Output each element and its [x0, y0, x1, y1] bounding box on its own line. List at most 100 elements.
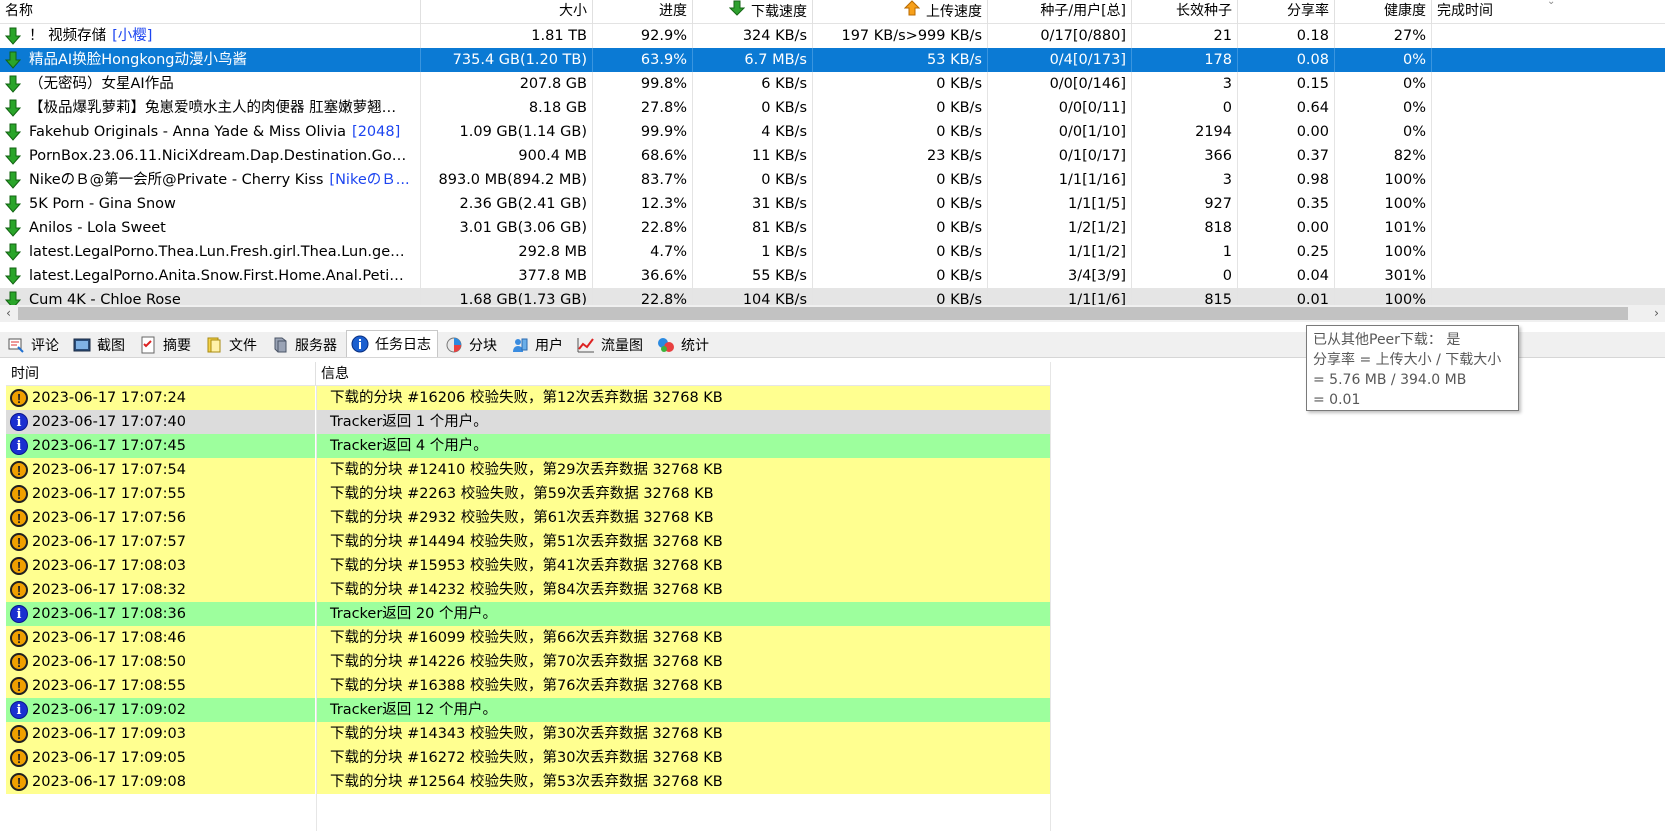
torrent-upload-speed: 0 KB/s: [813, 72, 988, 96]
torrent-row[interactable]: 精品AI换脸Hongkong动漫小鸟酱 735.4 GB(1.20 TB) 63.9…: [0, 48, 1665, 72]
log-row[interactable]: ! 2023-06-17 17:08:32 下载的分块 #14232 校验失败，第8…: [6, 578, 1051, 602]
log-message: 下载的分块 #14494 校验失败，第51次丢弃数据 32768 KB: [330, 534, 723, 550]
column-size[interactable]: 大小: [421, 0, 593, 24]
torrent-name: 【极品爆乳萝莉】兔崽爱喷水主人的肉便器 肛塞嫩萝翘臀...: [29, 100, 409, 116]
warning-icon: !: [10, 653, 28, 671]
log-row[interactable]: i 2023-06-17 17:07:45 Tracker返回 4 个用户。: [6, 434, 1051, 458]
torrent-download-speed: 11 KB/s: [693, 144, 813, 168]
torrent-name-cell[interactable]: （无密码）女星AI作品: [0, 72, 421, 96]
torrent-long-seeds: 1: [1132, 240, 1238, 264]
log-row[interactable]: i 2023-06-17 17:09:02 Tracker返回 12 个用户。: [6, 698, 1051, 722]
tab-chart[interactable]: 流量图: [572, 332, 650, 357]
tab-screenshot[interactable]: 截图: [68, 332, 132, 357]
log-row[interactable]: ! 2023-06-17 17:07:57 下载的分块 #14494 校验失败，第5…: [6, 530, 1051, 554]
torrent-row[interactable]: 【极品爆乳萝莉】兔崽爱喷水主人的肉便器 肛塞嫩萝翘臀... 8.18 GB 27.8…: [0, 96, 1665, 120]
torrent-list[interactable]: 名称 大小 进度 下载速度 上传速度 种子/用户[总] 长效种子 分享率 健康度…: [0, 0, 1665, 327]
scroll-left-icon[interactable]: ‹: [0, 305, 17, 322]
column-long-seeds[interactable]: 长效种子: [1132, 0, 1238, 24]
column-progress[interactable]: 进度: [593, 0, 693, 24]
torrent-seeds-peers: 1/2[1/2]: [988, 216, 1132, 240]
torrent-seeds-peers: 0/4[0/173]: [988, 48, 1132, 72]
torrent-name-cell[interactable]: ！ 视频存储 [小樱]: [0, 24, 421, 48]
torrent-name-cell[interactable]: 【极品爆乳萝莉】兔崽爱喷水主人的肉便器 肛塞嫩萝翘臀...: [0, 96, 421, 120]
torrent-share-ratio: 0.98: [1238, 168, 1335, 192]
chevron-down-icon[interactable]: ⌄: [1547, 0, 1555, 7]
log-row[interactable]: ! 2023-06-17 17:08:50 下载的分块 #14226 校验失败，第7…: [6, 650, 1051, 674]
log-row[interactable]: ! 2023-06-17 17:07:55 下载的分块 #2263 校验失败，第59…: [6, 482, 1051, 506]
torrent-name-cell[interactable]: latest.LegalPorno.Thea.Lun.Fresh.girl.Th…: [0, 240, 421, 264]
torrent-share-ratio: 0.00: [1238, 120, 1335, 144]
torrent-tag-link[interactable]: [NikeのＢ...: [329, 168, 409, 192]
log-row[interactable]: ! 2023-06-17 17:07:56 下载的分块 #2932 校验失败，第61…: [6, 506, 1051, 530]
torrent-tag-link[interactable]: [2048]: [352, 120, 400, 144]
torrent-download-speed: 324 KB/s: [693, 24, 813, 48]
log-time-cell: i 2023-06-17 17:07:45: [6, 434, 316, 458]
torrent-name-cell[interactable]: 5K Porn - Gina Snow: [0, 192, 421, 216]
scrollbar-thumb[interactable]: [18, 307, 1628, 320]
log-row[interactable]: i 2023-06-17 17:08:36 Tracker返回 20 个用户。: [6, 602, 1051, 626]
torrent-name-cell[interactable]: latest.LegalPorno.Anita.Snow.First.Home.…: [0, 264, 421, 288]
torrent-name-cell[interactable]: 精品AI换脸Hongkong动漫小鸟酱: [0, 48, 421, 72]
column-upload-speed[interactable]: 上传速度: [813, 0, 988, 24]
torrent-seeds-peers: 0/0[0/146]: [988, 72, 1132, 96]
torrent-name-cell[interactable]: PornBox.23.06.11.NiciXdream.Dap.Destinat…: [0, 144, 421, 168]
log-row[interactable]: ! 2023-06-17 17:07:54 下载的分块 #12410 校验失败，第2…: [6, 458, 1051, 482]
log-time: 2023-06-17 17:08:36: [32, 606, 186, 622]
torrent-name: （无密码）女星AI作品: [29, 76, 174, 92]
log-row[interactable]: i 2023-06-17 17:07:40 Tracker返回 1 个用户。: [6, 410, 1051, 434]
log-row[interactable]: ! 2023-06-17 17:08:55 下载的分块 #16388 校验失败，第7…: [6, 674, 1051, 698]
column-share-ratio[interactable]: 分享率: [1238, 0, 1335, 24]
comment-icon: [7, 336, 25, 354]
torrent-finish-time: [1432, 24, 1665, 48]
torrent-row[interactable]: latest.LegalPorno.Thea.Lun.Fresh.girl.Th…: [0, 240, 1665, 264]
torrent-seeds-peers: 0/0[1/10]: [988, 120, 1132, 144]
log-time-cell: ! 2023-06-17 17:07:24: [6, 386, 316, 410]
log-row[interactable]: ! 2023-06-17 17:08:03 下载的分块 #15953 校验失败，第4…: [6, 554, 1051, 578]
column-download-speed[interactable]: 下载速度: [693, 0, 813, 24]
torrent-finish-time: [1432, 48, 1665, 72]
log-time: 2023-06-17 17:07:45: [32, 438, 186, 454]
log-row[interactable]: ! 2023-06-17 17:08:46 下载的分块 #16099 校验失败，第6…: [6, 626, 1051, 650]
torrent-name: Anilos - Lola Sweet: [29, 220, 166, 236]
tab-comment[interactable]: 评论: [2, 332, 66, 357]
log-row[interactable]: ! 2023-06-17 17:09:08 下载的分块 #12564 校验失败，第5…: [6, 770, 1051, 794]
downloading-icon: [5, 51, 21, 69]
column-health[interactable]: 健康度: [1335, 0, 1432, 24]
torrent-row[interactable]: NikeのＢ@第一会所@Private - Cherry Kiss [NikeのＢ…: [0, 168, 1665, 192]
column-message[interactable]: 信息: [316, 362, 1051, 385]
horizontal-scrollbar[interactable]: ‹ ›: [0, 305, 1665, 322]
scroll-right-icon[interactable]: ›: [1648, 305, 1665, 322]
tab-stats[interactable]: 统计: [652, 332, 716, 357]
log-time: 2023-06-17 17:08:32: [32, 582, 186, 598]
column-name[interactable]: 名称: [0, 0, 421, 24]
log-row[interactable]: ! 2023-06-17 17:07:24 下载的分块 #16206 校验失败，第1…: [6, 386, 1051, 410]
log-row[interactable]: ! 2023-06-17 17:09:05 下载的分块 #16272 校验失败，第3…: [6, 746, 1051, 770]
torrent-share-ratio: 0.35: [1238, 192, 1335, 216]
torrent-name-cell[interactable]: Anilos - Lola Sweet: [0, 216, 421, 240]
log-row[interactable]: ! 2023-06-17 17:09:03 下载的分块 #14343 校验失败，第3…: [6, 722, 1051, 746]
column-seeds-peers[interactable]: 种子/用户[总]: [988, 0, 1132, 24]
torrent-upload-speed: 0 KB/s: [813, 216, 988, 240]
tab-info[interactable]: 任务日志: [346, 330, 438, 357]
tab-files[interactable]: 文件: [200, 332, 264, 357]
tab-summary[interactable]: 摘要: [134, 332, 198, 357]
tab-pieces[interactable]: 分块: [440, 332, 504, 357]
warning-icon: !: [10, 557, 28, 575]
torrent-row[interactable]: Anilos - Lola Sweet 3.01 GB(3.06 GB) 22.8%…: [0, 216, 1665, 240]
torrent-row[interactable]: Fakehub Originals - Anna Yade & Miss Oli…: [0, 120, 1665, 144]
column-time[interactable]: 时间: [6, 362, 316, 385]
tab-server[interactable]: 服务器: [266, 332, 344, 357]
torrent-upload-speed: 0 KB/s: [813, 240, 988, 264]
torrent-row[interactable]: PornBox.23.06.11.NiciXdream.Dap.Destinat…: [0, 144, 1665, 168]
torrent-row[interactable]: latest.LegalPorno.Anita.Snow.First.Home.…: [0, 264, 1665, 288]
downloading-icon: [5, 147, 21, 165]
torrent-row[interactable]: ！ 视频存储 [小樱] 1.81 TB 92.9% 324 KB/s 197 KB/s>9…: [0, 24, 1665, 48]
tab-users[interactable]: 用户: [506, 332, 570, 357]
torrent-name-cell[interactable]: Fakehub Originals - Anna Yade & Miss Oli…: [0, 120, 421, 144]
torrent-row[interactable]: 5K Porn - Gina Snow 2.36 GB(2.41 GB) 12.3%…: [0, 192, 1665, 216]
torrent-name-cell[interactable]: NikeのＢ@第一会所@Private - Cherry Kiss [NikeのＢ…: [0, 168, 421, 192]
task-log-table[interactable]: 时间 信息 ! 2023-06-17 17:07:24 下载的分块 #16206 校…: [6, 362, 1051, 831]
torrent-tag-link[interactable]: [小樱]: [112, 24, 152, 48]
share-ratio-tooltip: 已从其他Peer下载： 是 分享率 = 上传大小 / 下载大小 = 5.76 M…: [1306, 325, 1519, 411]
torrent-row[interactable]: （无密码）女星AI作品 207.8 GB 99.8% 6 KB/s 0 KB/s 0/0[…: [0, 72, 1665, 96]
